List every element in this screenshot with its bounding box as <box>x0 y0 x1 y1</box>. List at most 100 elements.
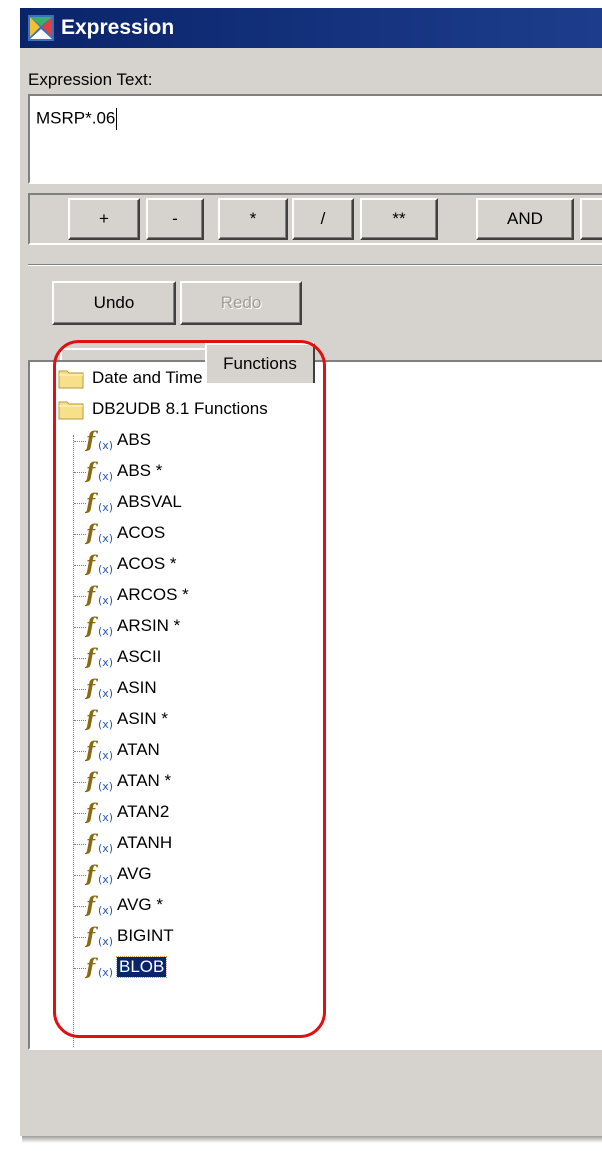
svg-text:(x): (x) <box>98 439 113 452</box>
svg-text:(x): (x) <box>98 718 113 731</box>
title-bar: Expression <box>20 8 602 48</box>
window-shadow <box>22 1136 602 1143</box>
panel-footer <box>28 1050 602 1090</box>
svg-text:f: f <box>84 458 99 483</box>
tree-function-item[interactable]: f (x) ABS * <box>84 457 162 485</box>
svg-text:(x): (x) <box>98 563 113 576</box>
svg-text:f: f <box>84 737 99 762</box>
tree-function-item[interactable]: f (x) ABS <box>84 426 151 454</box>
text-caret <box>116 108 118 130</box>
function-icon: f (x) <box>84 520 113 545</box>
and-operator-button[interactable]: AND <box>476 198 574 240</box>
function-icon: f (x) <box>84 737 113 762</box>
function-icon: f (x) <box>84 923 113 948</box>
functions-tree: Date and Time DB2UDB 8.1 Functions f (x) ABS… <box>28 360 602 1050</box>
tree-function-label: AVG * <box>117 895 163 914</box>
expression-app-icon <box>28 15 54 41</box>
multiply-operator-button[interactable]: * <box>218 198 288 240</box>
svg-text:(x): (x) <box>98 625 113 638</box>
tree-function-label: ACOS <box>117 523 166 542</box>
expression-text-input[interactable]: MSRP*.06 <box>28 94 602 184</box>
svg-text:(x): (x) <box>98 656 113 669</box>
svg-text:f: f <box>84 892 99 917</box>
plus-operator-button[interactable]: + <box>68 198 140 240</box>
tree-function-label: BLOB <box>115 956 168 978</box>
function-icon: f (x) <box>84 551 113 576</box>
tree-function-label: ATANH <box>117 833 173 852</box>
divide-operator-button[interactable]: / <box>292 198 354 240</box>
power-operator-button[interactable]: ** <box>360 198 438 240</box>
tree-function-item[interactable]: f (x) ARCOS * <box>84 581 189 609</box>
function-icon: f (x) <box>84 427 113 452</box>
function-icon: f (x) <box>84 458 113 483</box>
svg-text:(x): (x) <box>98 904 113 917</box>
svg-text:f: f <box>84 489 99 514</box>
tree-function-label: ATAN * <box>117 771 172 790</box>
tree-function-item[interactable]: f (x) ATAN <box>84 736 160 764</box>
tree-function-item[interactable]: f (x) AVG * <box>84 891 163 919</box>
svg-text:(x): (x) <box>98 532 113 545</box>
svg-text:(x): (x) <box>98 749 113 762</box>
tab-functions[interactable]: Functions <box>205 343 315 383</box>
tree-function-item[interactable]: f (x) ARSIN * <box>84 612 180 640</box>
tree-function-item[interactable]: f (x) AVG <box>84 860 152 888</box>
tree-function-label: ASCII <box>117 647 162 666</box>
tree-function-item[interactable]: f (x) BLOB <box>84 953 168 981</box>
folder-icon <box>58 401 84 420</box>
tree-function-label: ASIN * <box>117 709 169 728</box>
svg-text:f: f <box>84 923 99 948</box>
tree-function-item[interactable]: f (x) ATAN * <box>84 767 171 795</box>
tree-function-item[interactable]: f (x) ATANH <box>84 829 172 857</box>
tree-function-item[interactable]: f (x) ACOS <box>84 519 165 547</box>
svg-text:(x): (x) <box>98 687 113 700</box>
tree-connector <box>73 435 74 1048</box>
svg-text:(x): (x) <box>98 594 113 607</box>
function-icon: f (x) <box>84 613 113 638</box>
svg-text:(x): (x) <box>98 935 113 948</box>
tree-function-item[interactable]: f (x) BIGINT <box>84 922 174 950</box>
next-operator-button[interactable] <box>580 198 602 240</box>
tree-function-item[interactable]: f (x) ABSVAL <box>84 488 182 516</box>
svg-text:(x): (x) <box>98 780 113 793</box>
tree-folder-item[interactable]: DB2UDB 8.1 Functions <box>58 395 268 423</box>
svg-text:f: f <box>84 427 99 452</box>
function-icon: f (x) <box>84 675 113 700</box>
expression-text-label: Expression Text: <box>28 70 153 89</box>
tree-function-label: ARCOS * <box>117 585 189 604</box>
tree-function-item[interactable]: f (x) ASIN <box>84 674 157 702</box>
svg-text:(x): (x) <box>98 966 113 979</box>
tree-function-label: ATAN <box>117 740 160 759</box>
tree-function-item[interactable]: f (x) ASCII <box>84 643 161 671</box>
function-icon: f (x) <box>84 644 113 669</box>
function-icon: f (x) <box>84 768 113 793</box>
tree-function-label: ABSVAL <box>117 492 182 511</box>
svg-text:(x): (x) <box>98 842 113 855</box>
tree-folder-item[interactable]: Date and Time <box>58 364 203 392</box>
redo-button[interactable]: Redo <box>180 281 302 325</box>
svg-text:f: f <box>84 551 99 576</box>
minus-operator-button[interactable]: - <box>146 198 204 240</box>
svg-text:(x): (x) <box>98 873 113 886</box>
function-icon: f (x) <box>84 706 113 731</box>
tree-function-label: AVG <box>117 864 152 883</box>
svg-text:f: f <box>84 520 99 545</box>
folder-icon <box>58 370 84 389</box>
svg-text:f: f <box>84 644 99 669</box>
tree-function-item[interactable]: f (x) ASIN * <box>84 705 168 733</box>
svg-text:(x): (x) <box>98 501 113 514</box>
tree-function-item[interactable]: f (x) ACOS * <box>84 550 177 578</box>
svg-text:f: f <box>84 675 99 700</box>
svg-text:f: f <box>84 861 99 886</box>
function-icon: f (x) <box>84 489 113 514</box>
operator-toolbar: + - * / ** AND <box>28 193 602 245</box>
separator <box>28 264 602 266</box>
undo-button[interactable]: Undo <box>52 281 176 325</box>
svg-text:f: f <box>84 613 99 638</box>
svg-text:f: f <box>84 768 99 793</box>
tree-function-label: ABS * <box>117 461 163 480</box>
tree-function-item[interactable]: f (x) ATAN2 <box>84 798 169 826</box>
function-icon: f (x) <box>84 861 113 886</box>
function-icon: f (x) <box>84 582 113 607</box>
tree-function-label: ASIN <box>117 678 157 697</box>
svg-text:f: f <box>84 954 99 979</box>
